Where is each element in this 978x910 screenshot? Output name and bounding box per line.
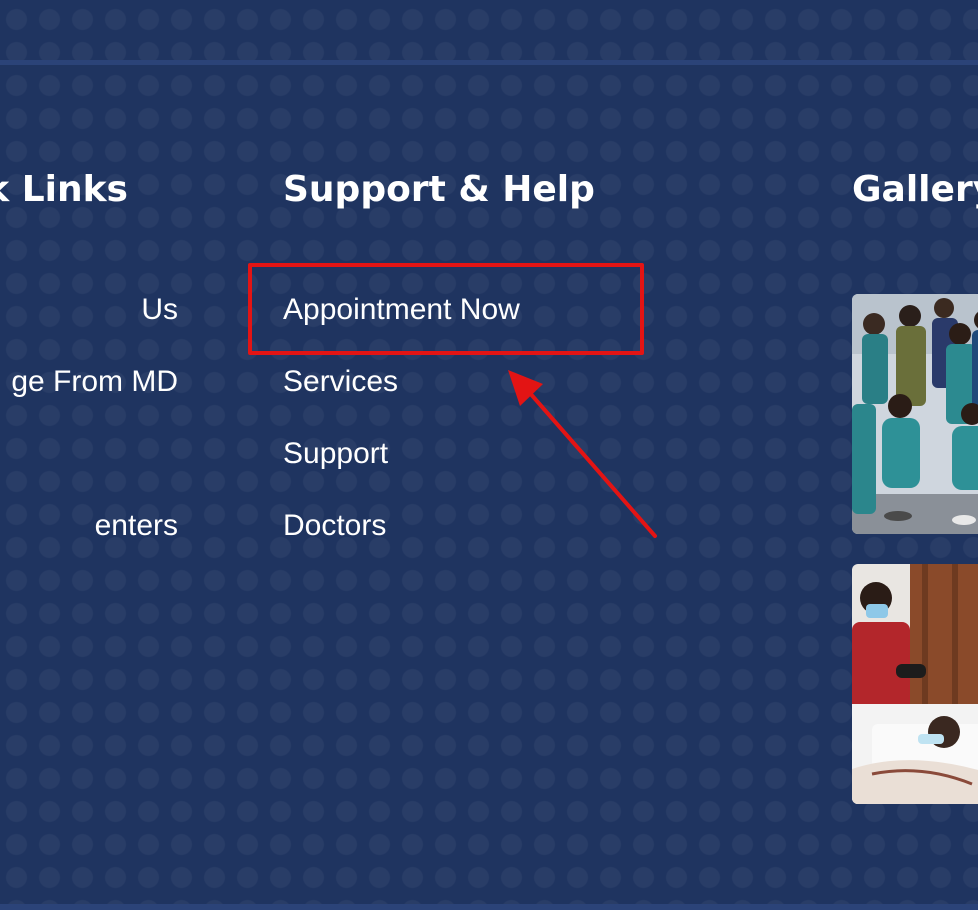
- services-link[interactable]: Services: [283, 364, 398, 400]
- quick-link-about-us[interactable]: Us: [141, 292, 178, 328]
- quick-link-message-from-md[interactable]: ge From MD: [11, 364, 178, 400]
- support-link[interactable]: Support: [283, 436, 388, 472]
- support-help-heading: Support & Help: [283, 169, 595, 210]
- quick-link-centers[interactable]: enters: [95, 508, 178, 544]
- gallery-heading: Gallery: [852, 169, 978, 210]
- gallery-image-nurses-group[interactable]: [852, 294, 978, 534]
- doctors-link[interactable]: Doctors: [283, 508, 386, 544]
- top-divider: [0, 60, 978, 65]
- dot-pattern-background: [0, 0, 978, 910]
- pointer-arrow: [508, 370, 657, 538]
- quick-links-heading: k Links: [0, 169, 128, 210]
- gallery-image-doctor-patient[interactable]: [852, 564, 978, 804]
- nurses-group-photo: [852, 294, 978, 534]
- bottom-divider: [0, 904, 978, 910]
- doctor-patient-photo: [852, 564, 978, 804]
- highlight-box: [248, 263, 644, 355]
